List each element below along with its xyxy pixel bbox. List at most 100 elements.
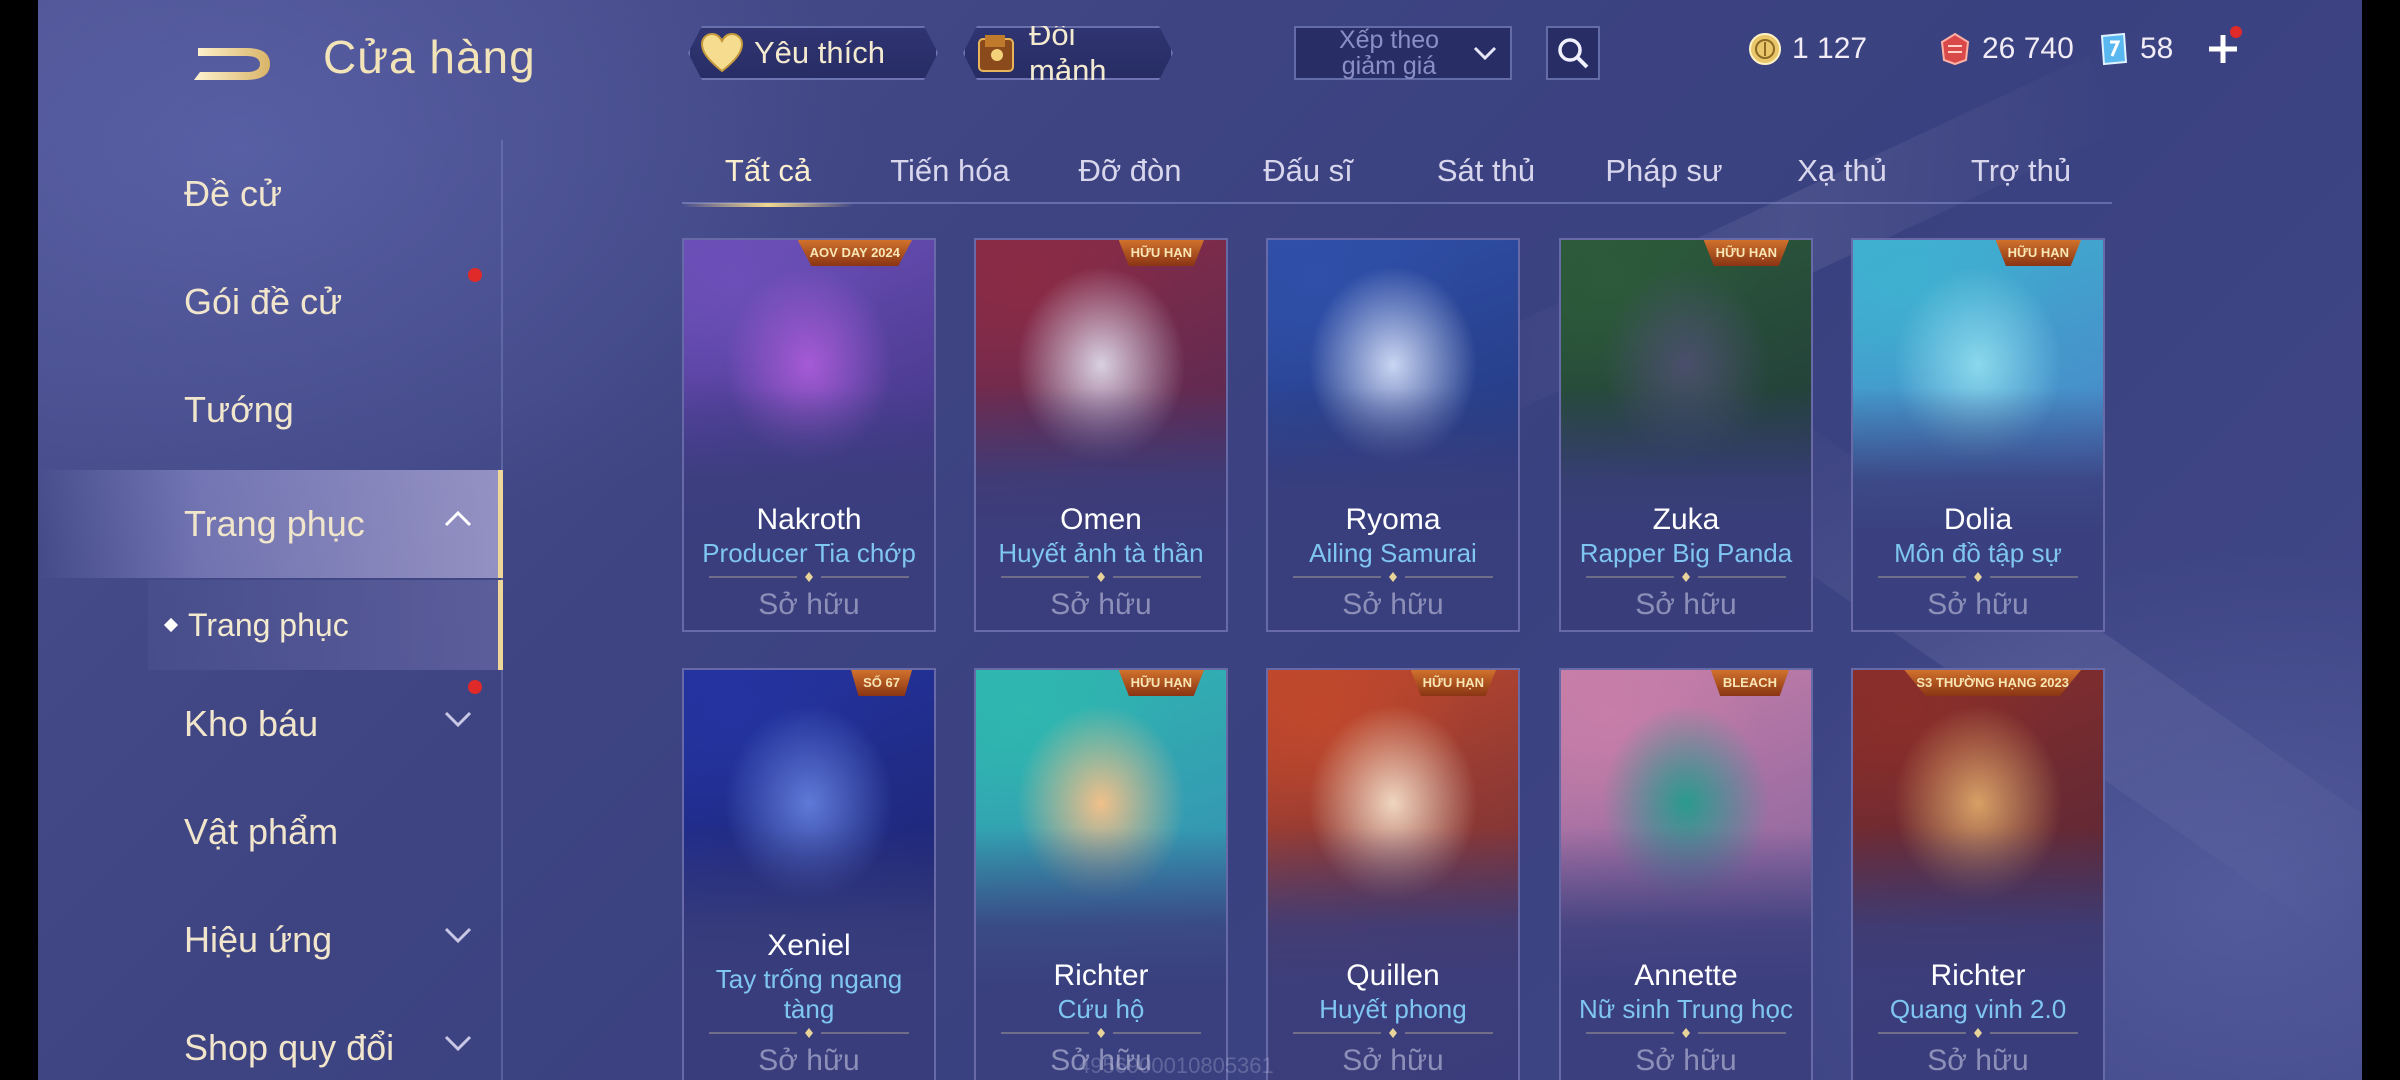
skin-name: Quang vinh 2.0 xyxy=(1889,994,2067,1024)
card-info: Zuka Rapper Big Panda Sở hữu xyxy=(1561,502,1811,622)
hero-name: Annette xyxy=(1634,959,1738,992)
chevron-down-icon xyxy=(444,927,472,944)
skin-card[interactable]: BLEACH Annette Nữ sinh Trung học Sở hữu xyxy=(1559,668,1813,1080)
chevron-up-icon xyxy=(444,510,472,527)
card-info: Ryoma Ailing Samurai Sở hữu xyxy=(1268,502,1518,622)
ownership-status: Sở hữu xyxy=(1342,588,1444,621)
skin-card[interactable]: Ryoma Ailing Samurai Sở hữu xyxy=(1266,238,1520,632)
sidebar-item-skins[interactable]: Trang phục xyxy=(38,470,503,578)
gold-amount: 1 127 xyxy=(1792,32,1868,65)
notification-dot xyxy=(468,268,482,282)
sidebar-item-label: Trang phục xyxy=(184,503,365,544)
diamond-bullet-icon xyxy=(163,617,179,633)
sidebar-item-heroes[interactable]: Tướng xyxy=(38,356,503,464)
blue-coupon-icon xyxy=(2100,32,2128,66)
card-info: Quillen Huyết phong Sở hữu xyxy=(1268,958,1518,1078)
sidebar-item-label: Đề cử xyxy=(184,173,283,214)
sidebar-item-recommended-bundles[interactable]: Gói đề cử xyxy=(38,248,503,356)
hero-name: Dolia xyxy=(1943,503,2013,536)
skin-tag-badge: AOV DAY 2024 xyxy=(797,240,912,266)
skin-name: Rapper Big Panda xyxy=(1579,538,1793,568)
skin-name: Nữ sinh Trung học xyxy=(1579,994,1793,1024)
back-arrow-icon xyxy=(194,48,270,80)
exchange-fragments-button[interactable]: Đổi mảnh xyxy=(963,26,1173,80)
card-info: Richter Quang vinh 2.0 Sở hữu xyxy=(1853,958,2103,1078)
sort-dropdown[interactable]: Xếp theo giảm giá xyxy=(1294,26,1512,80)
skin-tag-badge: HỮU HẠN xyxy=(1995,240,2081,266)
hero-name: Richter xyxy=(1930,959,2026,992)
ownership-status: Sở hữu xyxy=(1342,1044,1444,1077)
tab-support[interactable]: Trợ thủ xyxy=(1930,138,2112,204)
skin-name: Huyết phong xyxy=(1319,994,1467,1024)
back-button[interactable] xyxy=(188,36,278,86)
skin-card[interactable]: HỮU HẠN Quillen Huyết phong Sở hữu xyxy=(1266,668,1520,1080)
skin-name: Producer Tia chớp xyxy=(702,538,916,568)
hero-name: Xeniel xyxy=(767,929,851,962)
sidebar-item-treasure[interactable]: Kho báu xyxy=(38,670,503,778)
ownership-status: Sở hữu xyxy=(758,588,860,621)
exchange-label: Đổi mảnh xyxy=(1029,17,1107,88)
skin-tag-badge: HỮU HẠN xyxy=(1703,240,1789,266)
hero-name: Zuka xyxy=(1652,503,1720,536)
fragment-chest-icon xyxy=(975,31,1019,75)
hero-name: Omen xyxy=(1060,503,1142,536)
skin-card[interactable]: AOV DAY 2024 Nakroth Producer Tia chớp Sở h… xyxy=(682,238,936,632)
sidebar-subitem-skins[interactable]: Trang phục xyxy=(148,580,503,670)
favorites-button[interactable]: Yêu thích xyxy=(688,26,938,80)
skin-card[interactable]: S3 THƯỜNG HẠNG 2023 Richter Quang vinh 2.0… xyxy=(1851,668,2105,1080)
shop-screen: Cửa hàng Yêu thích Đổi mảnh Xếp theo giả… xyxy=(38,0,2362,1080)
tab-tank[interactable]: Đỡ đòn xyxy=(1042,138,1218,204)
skin-card[interactable]: SỐ 67 Xeniel Tay trống ngang tàng Sở hữu xyxy=(682,668,936,1080)
tab-all[interactable]: Tất cả xyxy=(682,138,854,207)
tab-mage[interactable]: Pháp sư xyxy=(1574,138,1754,204)
divider-ornament-icon xyxy=(1293,572,1493,582)
sidebar-item-label: Kho báu xyxy=(184,703,319,744)
role-filter-tabs: Tất cả Tiến hóa Đỡ đòn Đấu sĩ Sát thủ Ph… xyxy=(682,138,2112,207)
notification-dot xyxy=(468,680,482,694)
sidebar-item-label: Hiệu ứng xyxy=(184,919,333,960)
skin-name: Môn đồ tập sự xyxy=(1894,538,2062,568)
ownership-status: Sở hữu xyxy=(1927,588,2029,621)
sidebar-item-effects[interactable]: Hiệu ứng xyxy=(38,886,503,994)
divider-ornament-icon xyxy=(1586,572,1786,582)
voucher-amount: 26 740 xyxy=(1982,32,2074,65)
skin-tag-badge: HỮU HẠN xyxy=(1410,670,1496,696)
ownership-status: Sở hữu xyxy=(1635,1044,1737,1077)
divider-ornament-icon xyxy=(709,572,909,582)
skin-tag-badge: HỮU HẠN xyxy=(1118,240,1204,266)
skin-tag-badge: SỐ 67 xyxy=(851,670,912,696)
sidebar-item-label: Tướng xyxy=(184,389,294,430)
user-id-watermark: 4956900010805361 xyxy=(1078,1053,1274,1078)
tab-marksman[interactable]: Xạ thủ xyxy=(1754,138,1930,204)
sidebar-item-label: Shop quy đổi xyxy=(184,1027,395,1068)
chevron-down-icon xyxy=(1473,46,1497,61)
divider-ornament-icon xyxy=(1878,572,2078,582)
coupon-amount: 58 xyxy=(2140,32,2174,65)
tab-assassin[interactable]: Sát thủ xyxy=(1398,138,1574,204)
ownership-status: Sở hữu xyxy=(758,1044,860,1077)
skin-card[interactable]: HỮU HẠN Zuka Rapper Big Panda Sở hữu xyxy=(1559,238,1813,632)
skin-name: Cứu hộ xyxy=(1057,994,1145,1024)
skin-tag-badge: BLEACH xyxy=(1710,670,1789,696)
top-up-button[interactable] xyxy=(2196,26,2250,72)
page-title: Cửa hàng xyxy=(323,31,536,83)
skin-tag-badge: S3 THƯỜNG HẠNG 2023 xyxy=(1904,670,2081,696)
coupon-currency: 58 xyxy=(2096,26,2173,72)
sidebar-item-exchange-shop[interactable]: Shop quy đổi xyxy=(38,994,503,1080)
tab-fighter[interactable]: Đấu sĩ xyxy=(1218,138,1398,204)
sidebar-item-recommended[interactable]: Đề cử xyxy=(38,140,503,248)
search-button[interactable] xyxy=(1546,26,1600,80)
sidebar-item-items[interactable]: Vật phẩm xyxy=(38,778,503,886)
skin-card[interactable]: HỮU HẠN Richter Cứu hộ Sở hữu xyxy=(974,668,1228,1080)
sort-label: Xếp theo giảm giá xyxy=(1338,26,1440,80)
search-icon xyxy=(1558,38,1589,69)
tab-evolution[interactable]: Tiến hóa xyxy=(858,138,1042,204)
divider-ornament-icon xyxy=(709,1028,909,1038)
skin-card[interactable]: HỮU HẠN Omen Huyết ảnh tà thần Sở hữu xyxy=(974,238,1228,632)
hero-name: Richter xyxy=(1053,959,1149,992)
category-sidebar: Đề cử Gói đề cử Tướng Trang phục Trang p… xyxy=(38,140,503,1080)
card-info: Annette Nữ sinh Trung học Sở hữu xyxy=(1561,958,1811,1078)
skin-card[interactable]: HỮU HẠN Dolia Môn đồ tập sự Sở hữu xyxy=(1851,238,2105,632)
ownership-status: Sở hữu xyxy=(1927,1044,2029,1077)
card-info: Nakroth Producer Tia chớp Sở hữu xyxy=(684,502,934,622)
